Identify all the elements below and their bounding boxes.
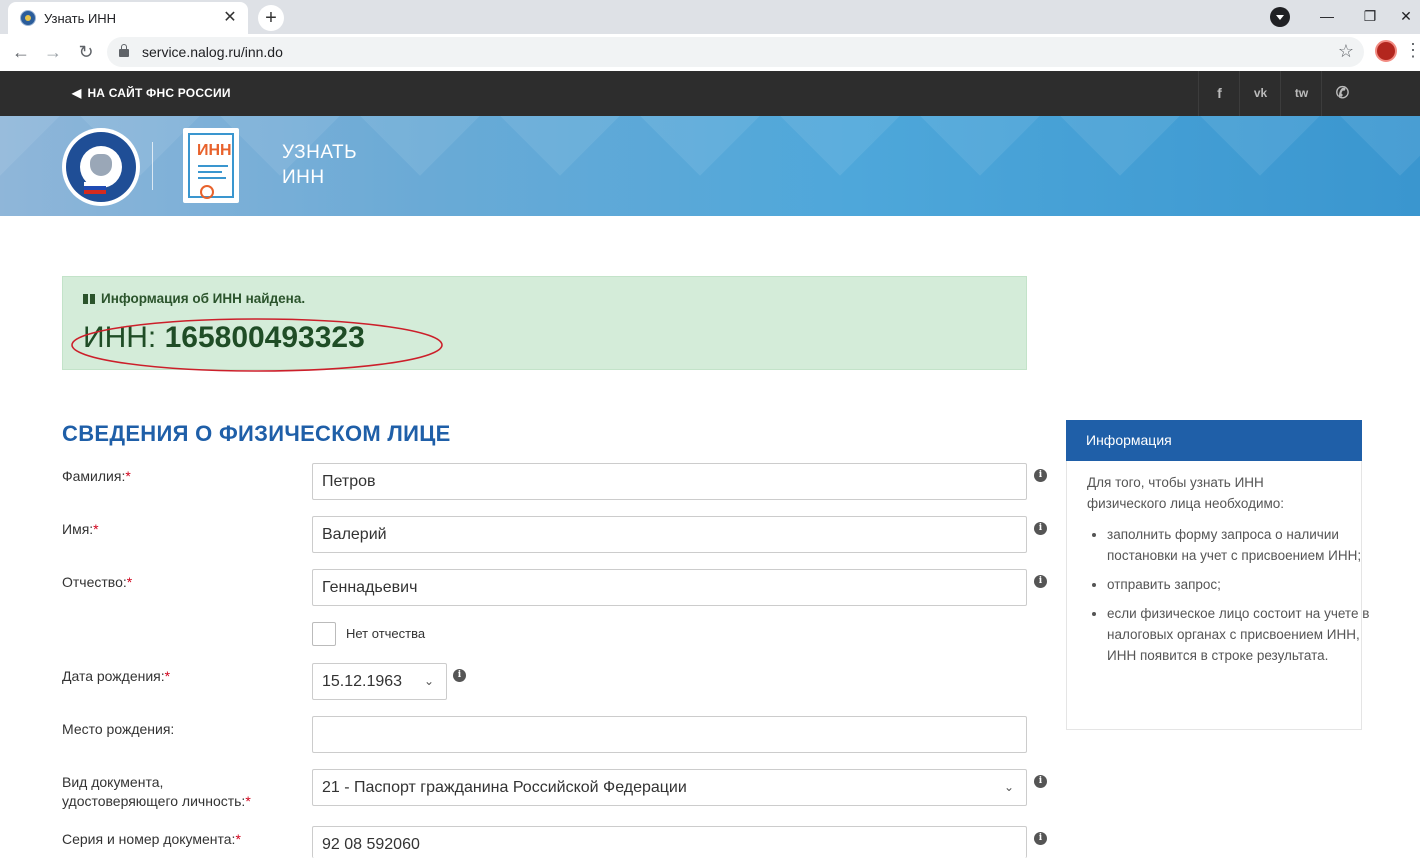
new-tab-button[interactable]: + — [258, 5, 284, 31]
name-input[interactable]: Валерий — [312, 516, 1027, 553]
eagle-icon — [90, 154, 112, 176]
url-text[interactable]: service.nalog.ru/inn.do — [142, 44, 283, 60]
docnum-label: Серия и номер документа:* — [62, 831, 241, 847]
info-panel-list: заполнить форму запроса о наличии постан… — [1087, 524, 1377, 674]
bookmark-star-icon[interactable]: ☆ — [1338, 41, 1354, 62]
minimize-button[interactable]: — — [1307, 4, 1347, 28]
no-patronymic-label[interactable]: Нет отчества — [346, 626, 425, 641]
browser-toolbar: ← → ↻ service.nalog.ru/inn.do ☆ ⋮ — [0, 34, 1420, 72]
tab-title: Узнать ИНН — [44, 11, 117, 26]
facebook-icon[interactable]: f — [1198, 71, 1240, 116]
page-title: УЗНАТЬ ИНН — [282, 142, 358, 188]
info-panel: Информация Для того, чтобы узнать ИНН фи… — [1066, 420, 1369, 730]
info-icon[interactable]: i — [453, 669, 466, 682]
info-panel-title: Информация — [1086, 432, 1172, 448]
browser-tabstrip: Узнать ИНН ✕ + — ❐ ✕ — [0, 0, 1420, 34]
chevron-down-icon[interactable]: ⌄ — [1004, 770, 1014, 805]
back-arrow-icon[interactable]: ← — [9, 40, 33, 64]
birthplace-label: Место рождения: — [62, 721, 175, 737]
banner-divider — [152, 142, 153, 190]
result-heading: Информация об ИНН найдена. — [83, 291, 305, 306]
chevron-down-icon[interactable]: ⌄ — [424, 664, 434, 699]
info-icon[interactable]: i — [1034, 469, 1047, 482]
info-icon[interactable]: i — [1034, 832, 1047, 845]
info-icon[interactable]: i — [1034, 775, 1047, 788]
arrow-left-icon: ◀ — [72, 86, 82, 100]
surname-label: Фамилия:* — [62, 468, 131, 484]
browser-tab[interactable]: Узнать ИНН ✕ — [8, 2, 248, 34]
surname-input[interactable]: Петров — [312, 463, 1027, 500]
doctype-label: Вид документа, удостоверяющего личность:… — [62, 774, 251, 809]
list-item: заполнить форму запроса о наличии постан… — [1107, 524, 1377, 566]
profile-avatar[interactable] — [1375, 40, 1397, 62]
phone-icon[interactable]: ✆ — [1321, 71, 1363, 116]
vk-icon[interactable]: vk — [1239, 71, 1281, 116]
inn-document-icon: ИНН — [183, 128, 239, 203]
tab-search-icon[interactable] — [1270, 7, 1290, 27]
service-banner: ИНН УЗНАТЬ ИНН — [0, 116, 1420, 216]
russian-flag-icon — [84, 182, 106, 194]
reload-icon[interactable]: ↻ — [74, 40, 98, 64]
fns-favicon-icon — [20, 10, 36, 26]
address-bar[interactable]: service.nalog.ru/inn.do ☆ — [107, 37, 1364, 67]
list-item: отправить запрос; — [1107, 574, 1377, 595]
highlight-ellipse — [71, 318, 443, 372]
back-to-fns-link[interactable]: ◀ НА САЙТ ФНС РОССИИ — [72, 86, 231, 100]
docnum-input[interactable]: 92 08 592060 — [312, 826, 1027, 858]
lock-icon[interactable] — [119, 44, 129, 57]
birthplace-input[interactable] — [312, 716, 1027, 753]
patronymic-input[interactable]: Геннадьевич — [312, 569, 1027, 606]
forward-arrow-icon[interactable]: → — [41, 40, 65, 64]
gift-icon — [83, 294, 95, 304]
doctype-select[interactable]: 21 - Паспорт гражданина Российской Федер… — [312, 769, 1027, 806]
no-patronymic-checkbox[interactable] — [312, 622, 336, 646]
menu-dots-icon[interactable]: ⋮ — [1404, 40, 1420, 61]
back-link-label: НА САЙТ ФНС РОССИИ — [87, 86, 231, 100]
info-icon[interactable]: i — [1034, 575, 1047, 588]
window-close-button[interactable]: ✕ — [1392, 4, 1420, 28]
fns-emblem-logo[interactable] — [62, 128, 140, 206]
close-icon[interactable]: ✕ — [220, 8, 240, 28]
site-topbar: ◀ НА САЙТ ФНС РОССИИ f vk tw ✆ — [0, 71, 1420, 116]
name-label: Имя:* — [62, 521, 99, 537]
info-panel-header: Информация — [1066, 420, 1362, 461]
info-icon[interactable]: i — [1034, 522, 1047, 535]
inn-result-alert: Информация об ИНН найдена. ИНН: 16580049… — [62, 276, 1027, 372]
seal-icon — [200, 185, 214, 199]
birthdate-input[interactable]: 15.12.1963 ⌄ — [312, 663, 447, 700]
twitter-icon[interactable]: tw — [1280, 71, 1322, 116]
section-title: СВЕДЕНИЯ О ФИЗИЧЕСКОМ ЛИЦЕ — [62, 421, 451, 446]
patronymic-label: Отчество:* — [62, 574, 133, 590]
birthdate-label: Дата рождения:* — [62, 668, 171, 684]
list-item: если физическое лицо состоит на учете в … — [1107, 603, 1377, 666]
info-panel-intro: Для того, чтобы узнать ИНН физического л… — [1087, 475, 1285, 511]
maximize-button[interactable]: ❐ — [1350, 4, 1390, 28]
